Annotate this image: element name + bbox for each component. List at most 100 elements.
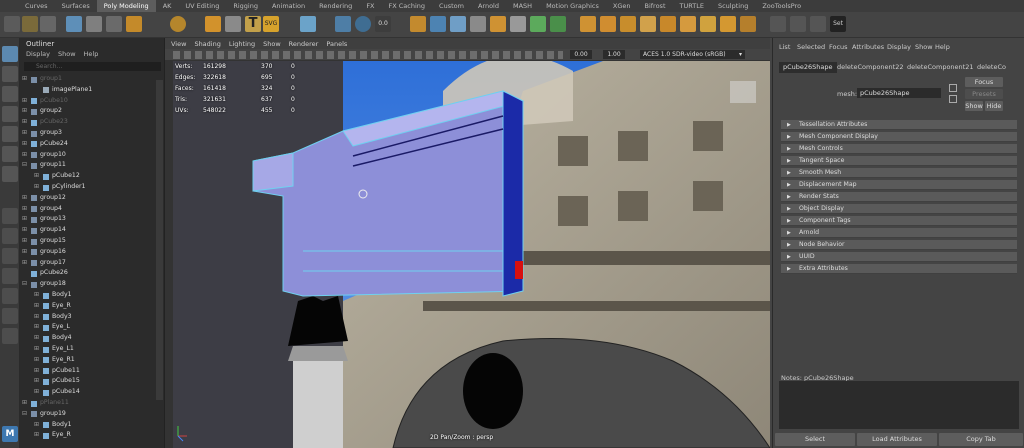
expand-toggle-icon[interactable]: ⊞	[22, 225, 28, 236]
expand-toggle-icon[interactable]: ⊞	[22, 214, 28, 225]
outliner-item[interactable]: ⊞ group4	[20, 204, 156, 215]
outliner-item[interactable]: imagePlane1	[20, 85, 156, 96]
grid-icon[interactable]	[300, 16, 316, 32]
expand-toggle-icon[interactable]: ⊞	[34, 333, 40, 344]
paint-icon[interactable]	[2, 86, 18, 102]
expand-toggle-icon[interactable]: ⊞	[22, 139, 28, 150]
attr-section-arnold[interactable]: ▶ Arnold	[781, 228, 1017, 239]
panel-menu-lighting[interactable]: Lighting	[229, 40, 255, 48]
graph-layout-icon[interactable]	[2, 288, 18, 304]
presets-button[interactable]: Presets	[965, 89, 1003, 99]
shelf-tab-rendering[interactable]: Rendering	[312, 0, 359, 12]
triangulate-icon[interactable]	[720, 16, 736, 32]
zero-value-icon[interactable]: 0.0	[375, 16, 391, 32]
notes-field[interactable]	[779, 381, 1019, 429]
pencil-icon[interactable]	[770, 16, 786, 32]
outliner-item[interactable]: ⊞ group12	[20, 193, 156, 204]
outliner-item[interactable]: ⊞ pCube23	[20, 117, 156, 128]
shelf-tab-custom[interactable]: Custom	[432, 0, 471, 12]
two-pane-icon[interactable]	[2, 248, 18, 264]
outliner-menu-display[interactable]: Display	[26, 50, 50, 58]
attr-section-component-tags[interactable]: ▶ Component Tags	[781, 216, 1017, 227]
expand-toggle-icon[interactable]: ⊟	[22, 279, 28, 290]
expand-toggle-icon[interactable]: ⊞	[22, 258, 28, 269]
panel-tool-icons[interactable]	[173, 51, 563, 59]
attr-menu-show[interactable]: Show	[915, 43, 933, 51]
layout-uv-icon[interactable]	[550, 16, 566, 32]
attr-section-mesh-controls[interactable]: ▶ Mesh Controls	[781, 144, 1017, 155]
single-pane-icon[interactable]	[2, 208, 18, 224]
expand-toggle-icon[interactable]: ⊞	[22, 398, 28, 409]
maya-logo-icon[interactable]: M	[2, 426, 18, 442]
bevel-icon[interactable]	[410, 16, 426, 32]
shelf-options-icon[interactable]	[4, 16, 20, 32]
outliner-item[interactable]: ⊟ group18	[20, 279, 156, 290]
shelf-tab-uv-editing[interactable]: UV Editing	[178, 0, 226, 12]
panel-menu-panels[interactable]: Panels	[326, 40, 347, 48]
outliner-item[interactable]: ⊞ pCube12	[20, 171, 156, 182]
outliner-item[interactable]: ⊞ Body4	[20, 333, 156, 344]
expand-toggle-icon[interactable]: ⊞	[34, 376, 40, 387]
outliner-item[interactable]: ⊞ Eye_L	[20, 322, 156, 333]
outliner-item[interactable]: ⊞ pPlane11	[20, 398, 156, 409]
attr-menu-selected[interactable]: Selected	[797, 43, 825, 51]
uv-icon[interactable]	[530, 16, 546, 32]
expand-toggle-icon[interactable]: ⊞	[34, 355, 40, 366]
expand-toggle-icon[interactable]: ⊞	[22, 204, 28, 215]
outliner-layout-icon[interactable]	[2, 268, 18, 284]
fill-hole-icon[interactable]	[680, 16, 696, 32]
select-tool-icon[interactable]	[66, 16, 82, 32]
scale-tool-icon[interactable]	[2, 146, 18, 162]
open-scene-icon[interactable]	[22, 16, 38, 32]
expand-toggle-icon[interactable]: ⊞	[34, 322, 40, 333]
outliner-item[interactable]: ⊞ pCube15	[20, 376, 156, 387]
select-arrow-icon[interactable]	[2, 46, 18, 62]
outliner-item[interactable]: ⊞ group15	[20, 236, 156, 247]
expand-toggle-icon[interactable]: ⊞	[22, 74, 28, 85]
copy-tab-button[interactable]: Copy Tab	[939, 433, 1023, 446]
outliner-item[interactable]: pCube26	[20, 268, 156, 279]
poly-sphere-icon[interactable]	[170, 16, 186, 32]
bridge-icon[interactable]	[450, 16, 466, 32]
outliner-item[interactable]: ⊟ group19	[20, 409, 156, 420]
rotate-tool-icon[interactable]	[2, 126, 18, 142]
tab-pcube26shape[interactable]: pCube26Shape	[779, 62, 837, 73]
expand-toggle-icon[interactable]: ⊞	[34, 312, 40, 323]
last-tool-icon[interactable]	[2, 166, 18, 182]
shelf-tab-poly-modeling[interactable]: Poly Modeling	[96, 0, 156, 12]
expand-toggle-icon[interactable]: ⊞	[34, 290, 40, 301]
shelf-tab-zootoolspro[interactable]: ZooToolsPro	[755, 0, 808, 12]
shelf-tab-rigging[interactable]: Rigging	[226, 0, 265, 12]
expand-toggle-icon[interactable]: ⊞	[34, 430, 40, 441]
expand-toggle-icon[interactable]: ⊞	[34, 366, 40, 377]
shelf-tab-arnold[interactable]: Arnold	[471, 0, 506, 12]
select-button[interactable]: Select	[775, 433, 855, 446]
expand-toggle-icon[interactable]: ⊞	[34, 301, 40, 312]
lasso-icon[interactable]	[2, 66, 18, 82]
attr-section-object-display[interactable]: ▶ Object Display	[781, 204, 1017, 215]
outliner-item[interactable]: ⊞ pCube24	[20, 139, 156, 150]
expand-toggle-icon[interactable]: ⊞	[22, 106, 28, 117]
outliner-item[interactable]: ⊞ pCube10	[20, 96, 156, 107]
outliner-item[interactable]: ⊞ group13	[20, 214, 156, 225]
attr-section-node-behavior[interactable]: ▶ Node Behavior	[781, 240, 1017, 251]
outliner-item[interactable]: ⊞ pCube14	[20, 387, 156, 398]
expand-toggle-icon[interactable]: ⊞	[22, 117, 28, 128]
smooth-icon[interactable]	[580, 16, 596, 32]
quadrangulate-icon[interactable]	[740, 16, 756, 32]
outliner-item[interactable]: ⊞ Body1	[20, 290, 156, 301]
mirror-icon[interactable]	[600, 16, 616, 32]
panel-menu-view[interactable]: View	[171, 40, 186, 48]
target-weld-icon[interactable]	[640, 16, 656, 32]
attr-section-extra-attributes[interactable]: ▶ Extra Attributes	[781, 264, 1017, 275]
attr-menu-list[interactable]: List	[779, 43, 790, 51]
outliner-item[interactable]: ⊞ group16	[20, 247, 156, 258]
outliner-item[interactable]: ⊞ group2	[20, 106, 156, 117]
append-icon[interactable]	[700, 16, 716, 32]
shelf-tab-animation[interactable]: Animation	[265, 0, 312, 12]
bool-icon[interactable]	[470, 16, 486, 32]
focus-button[interactable]: Focus	[965, 77, 1003, 87]
go-output-icon[interactable]	[949, 95, 957, 103]
load-attributes-button[interactable]: Load Attributes	[857, 433, 937, 446]
attr-menu-display[interactable]: Display	[887, 43, 911, 51]
